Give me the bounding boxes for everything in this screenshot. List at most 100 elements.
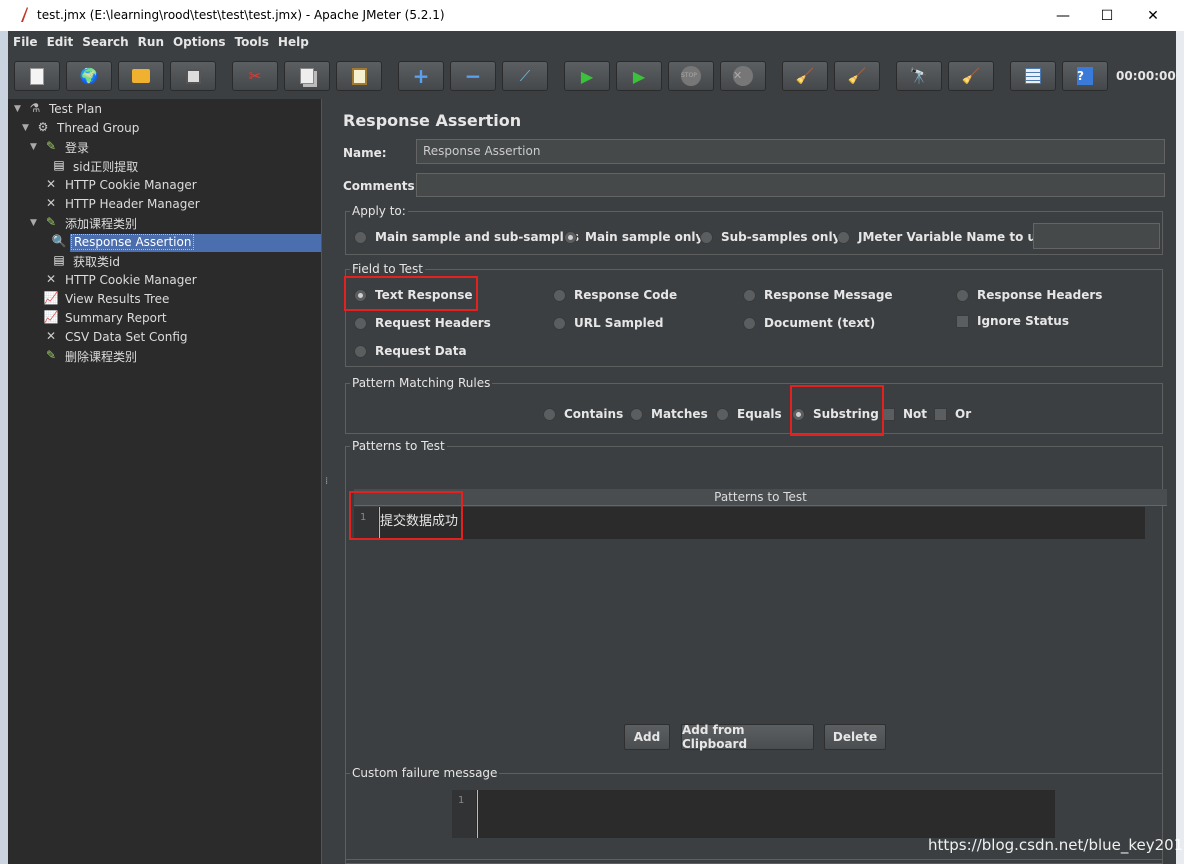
radio-contains[interactable]: Contains [543,407,623,421]
tree-node-response-assertion[interactable]: 🔍 Response Assertion [50,233,195,251]
checkbox-box [934,407,947,421]
toggle-button[interactable]: ⟋ [502,61,548,91]
name-label: Name: [343,146,387,160]
expand-all-button[interactable]: + [398,61,444,91]
start-no-pauses-button[interactable]: ▶ [616,61,662,91]
search-button[interactable]: 🔭 [896,61,942,91]
custom-failure-editor[interactable]: 1 [452,790,1055,838]
config-tools-icon: ✕ [45,196,57,210]
stop-button[interactable]: STOP [668,61,714,91]
start-button[interactable]: ▶ [564,61,610,91]
checkbox-ignore-status[interactable]: Ignore Status [956,314,1069,328]
name-field[interactable]: Response Assertion [416,139,1165,164]
tree-node-label: 登录 [65,140,90,155]
tree-node-header-manager[interactable]: ✕ HTTP Header Manager [42,195,202,213]
checkbox-label: Not [903,407,928,421]
expand-arrow-icon[interactable]: ▼ [22,123,34,133]
radio-circle [743,288,756,302]
radio-equals[interactable]: Equals [716,407,782,421]
radio-response-message[interactable]: Response Message [743,288,893,302]
tree-node-summary-report[interactable]: 📈 Summary Report [42,309,169,327]
patterns-to-test-legend: Patterns to Test [350,439,447,453]
save-button[interactable] [170,61,216,91]
maximize-button[interactable]: ☐ [1084,0,1130,31]
templates-button[interactable]: 🌍 [66,61,112,91]
assertion-magnifier-icon: 🔍 [51,234,67,248]
menu-options[interactable]: Options [173,35,226,49]
watermark-text: https://blog.csdn.net/blue_key2012 [928,836,1184,854]
delete-button[interactable]: Delete [824,724,886,750]
radio-circle [543,407,556,421]
tree-node-login[interactable]: ▼ ✎ 登录 [30,138,91,156]
tree-node-sid-extractor[interactable]: ▤ sid正则提取 [50,157,140,175]
expand-arrow-icon[interactable]: ▼ [30,218,42,228]
tree-node-cookie-manager[interactable]: ✕ HTTP Cookie Manager [42,176,199,194]
radio-request-headers[interactable]: Request Headers [354,316,491,330]
comments-label: Comments: [343,179,420,193]
clear-all-button[interactable]: 🧹 [834,61,880,91]
clear-button[interactable]: 🧹 [782,61,828,91]
shutdown-icon: ✕ [733,66,753,86]
patterns-editor[interactable]: 1 提交数据成功 [354,507,1145,539]
checkbox-not[interactable]: Not [882,407,927,421]
copy-button[interactable] [284,61,330,91]
patterns-scrollbar[interactable] [1145,507,1159,539]
radio-label: Request Data [375,344,467,358]
comments-field[interactable] [416,173,1165,197]
tree-node-view-results-tree[interactable]: 📈 View Results Tree [42,290,171,308]
radio-request-data[interactable]: Request Data [354,344,467,358]
radio-document-text[interactable]: Document (text) [743,316,875,330]
checkbox-or[interactable]: Or [934,407,971,421]
collapse-all-button[interactable]: − [450,61,496,91]
minimize-button[interactable]: — [1040,0,1086,31]
shutdown-button[interactable]: ✕ [720,61,766,91]
add-button[interactable]: Add [624,724,670,750]
expand-arrow-icon[interactable]: ▼ [14,104,26,114]
pane-splitter[interactable]: ⁞ [322,99,334,864]
radio-sub-only[interactable]: Sub-samples only [700,230,840,244]
listener-graph-icon: 📈 [43,291,59,305]
radio-url-sampled[interactable]: URL Sampled [553,316,663,330]
tree-node-thread-group[interactable]: ▼ ⚙ Thread Group [22,119,141,137]
patterns-table-header[interactable]: Patterns to Test [354,489,1167,506]
search-icon: 🔭 [909,67,929,85]
close-button[interactable]: ✕ [1130,0,1176,31]
add-from-clipboard-button[interactable]: Add from Clipboard [681,723,814,751]
radio-main-and-sub[interactable]: Main sample and sub-samples [354,230,579,244]
menu-help[interactable]: Help [278,35,309,49]
expand-arrow-icon[interactable]: ▼ [30,142,42,152]
function-helper-button[interactable] [1010,61,1056,91]
reset-search-button[interactable]: 🧹 [948,61,994,91]
config-tools-icon: ✕ [45,329,57,343]
paste-button[interactable] [336,61,382,91]
menu-tools[interactable]: Tools [235,35,269,49]
help-button[interactable]: ? [1062,61,1108,91]
tree-node-label: 添加课程类别 [65,216,138,231]
tree-node-test-plan[interactable]: ▼ ⚗ Test Plan [14,100,104,118]
open-icon [132,69,150,83]
tree-node-delete-course[interactable]: ✎ 删除课程类别 [42,347,139,365]
tree-node-label: Thread Group [57,121,140,135]
open-button[interactable] [118,61,164,91]
menu-run[interactable]: Run [138,35,164,49]
clear-all-icon: 🧹 [847,67,867,85]
tree-node-csv-data-set[interactable]: ✕ CSV Data Set Config [42,328,190,346]
radio-main-only[interactable]: Main sample only [564,230,703,244]
radio-response-headers[interactable]: Response Headers [956,288,1102,302]
tree-node-label: Test Plan [49,102,102,116]
tree-node-get-class-id[interactable]: ▤ 获取类id [50,252,122,270]
menu-file[interactable]: File [13,35,38,49]
tree-node-label: 删除课程类别 [65,349,138,364]
menu-edit[interactable]: Edit [47,35,74,49]
new-button[interactable] [14,61,60,91]
radio-label: Equals [737,407,782,421]
radio-matches[interactable]: Matches [630,407,708,421]
menu-search[interactable]: Search [82,35,128,49]
radio-response-code[interactable]: Response Code [553,288,677,302]
radio-circle [354,344,367,358]
tree-node-add-course[interactable]: ▼ ✎ 添加课程类别 [30,214,139,232]
radio-jmeter-variable[interactable]: JMeter Variable Name to use [837,230,1051,244]
jmeter-variable-input[interactable] [1033,223,1160,249]
tree-node-cookie-manager-2[interactable]: ✕ HTTP Cookie Manager [42,271,199,289]
cut-button[interactable]: ✂ [232,61,278,91]
